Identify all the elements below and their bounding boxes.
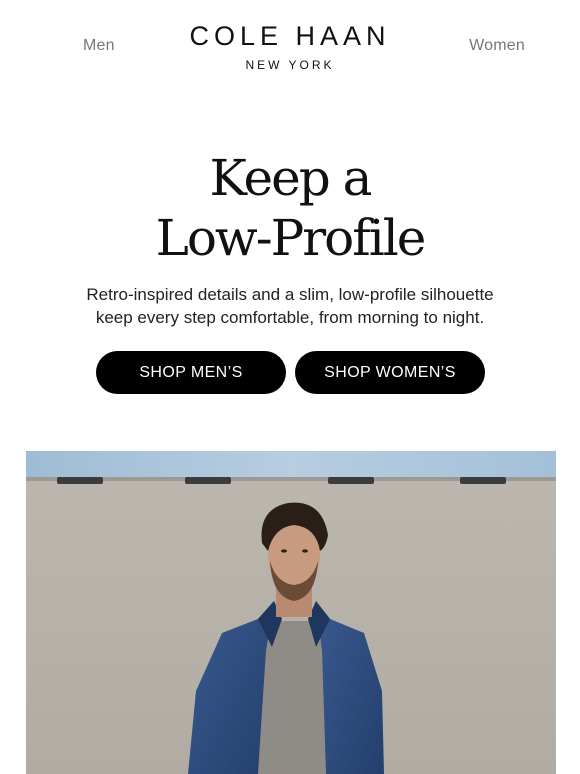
headline-line-2: Low-Profile xyxy=(155,209,427,267)
eye-right xyxy=(302,549,308,553)
headline: Keep a Low-Profile xyxy=(0,148,580,268)
body-copy-line-1: Retro-inspired details and a slim, low-p… xyxy=(86,285,494,304)
logo-tagline: NEW YORK xyxy=(245,58,335,72)
wall-drain-2 xyxy=(185,477,231,484)
body-copy: Retro-inspired details and a slim, low-p… xyxy=(40,283,540,329)
shop-men-button[interactable]: SHOP MEN’S xyxy=(96,351,286,394)
wall-drain-3 xyxy=(328,477,374,484)
brand-logo[interactable]: COLE HAAN NEW YORK xyxy=(0,20,580,72)
wall-drain-1 xyxy=(57,477,103,484)
email-page: Men Women COLE HAAN NEW YORK Keep a Low-… xyxy=(0,0,580,774)
man-in-denim-jacket-photo xyxy=(26,451,556,774)
wall-drain-4 xyxy=(460,477,506,484)
shop-women-button[interactable]: SHOP WOMEN’S xyxy=(295,351,485,394)
headline-line-1: Keep a xyxy=(209,149,373,207)
logo-wordmark: COLE HAAN xyxy=(189,21,391,51)
body-copy-line-2: keep every step comfortable, from mornin… xyxy=(95,308,485,327)
eye-left xyxy=(281,549,287,553)
hero-image[interactable] xyxy=(26,451,556,774)
sky xyxy=(26,451,556,481)
